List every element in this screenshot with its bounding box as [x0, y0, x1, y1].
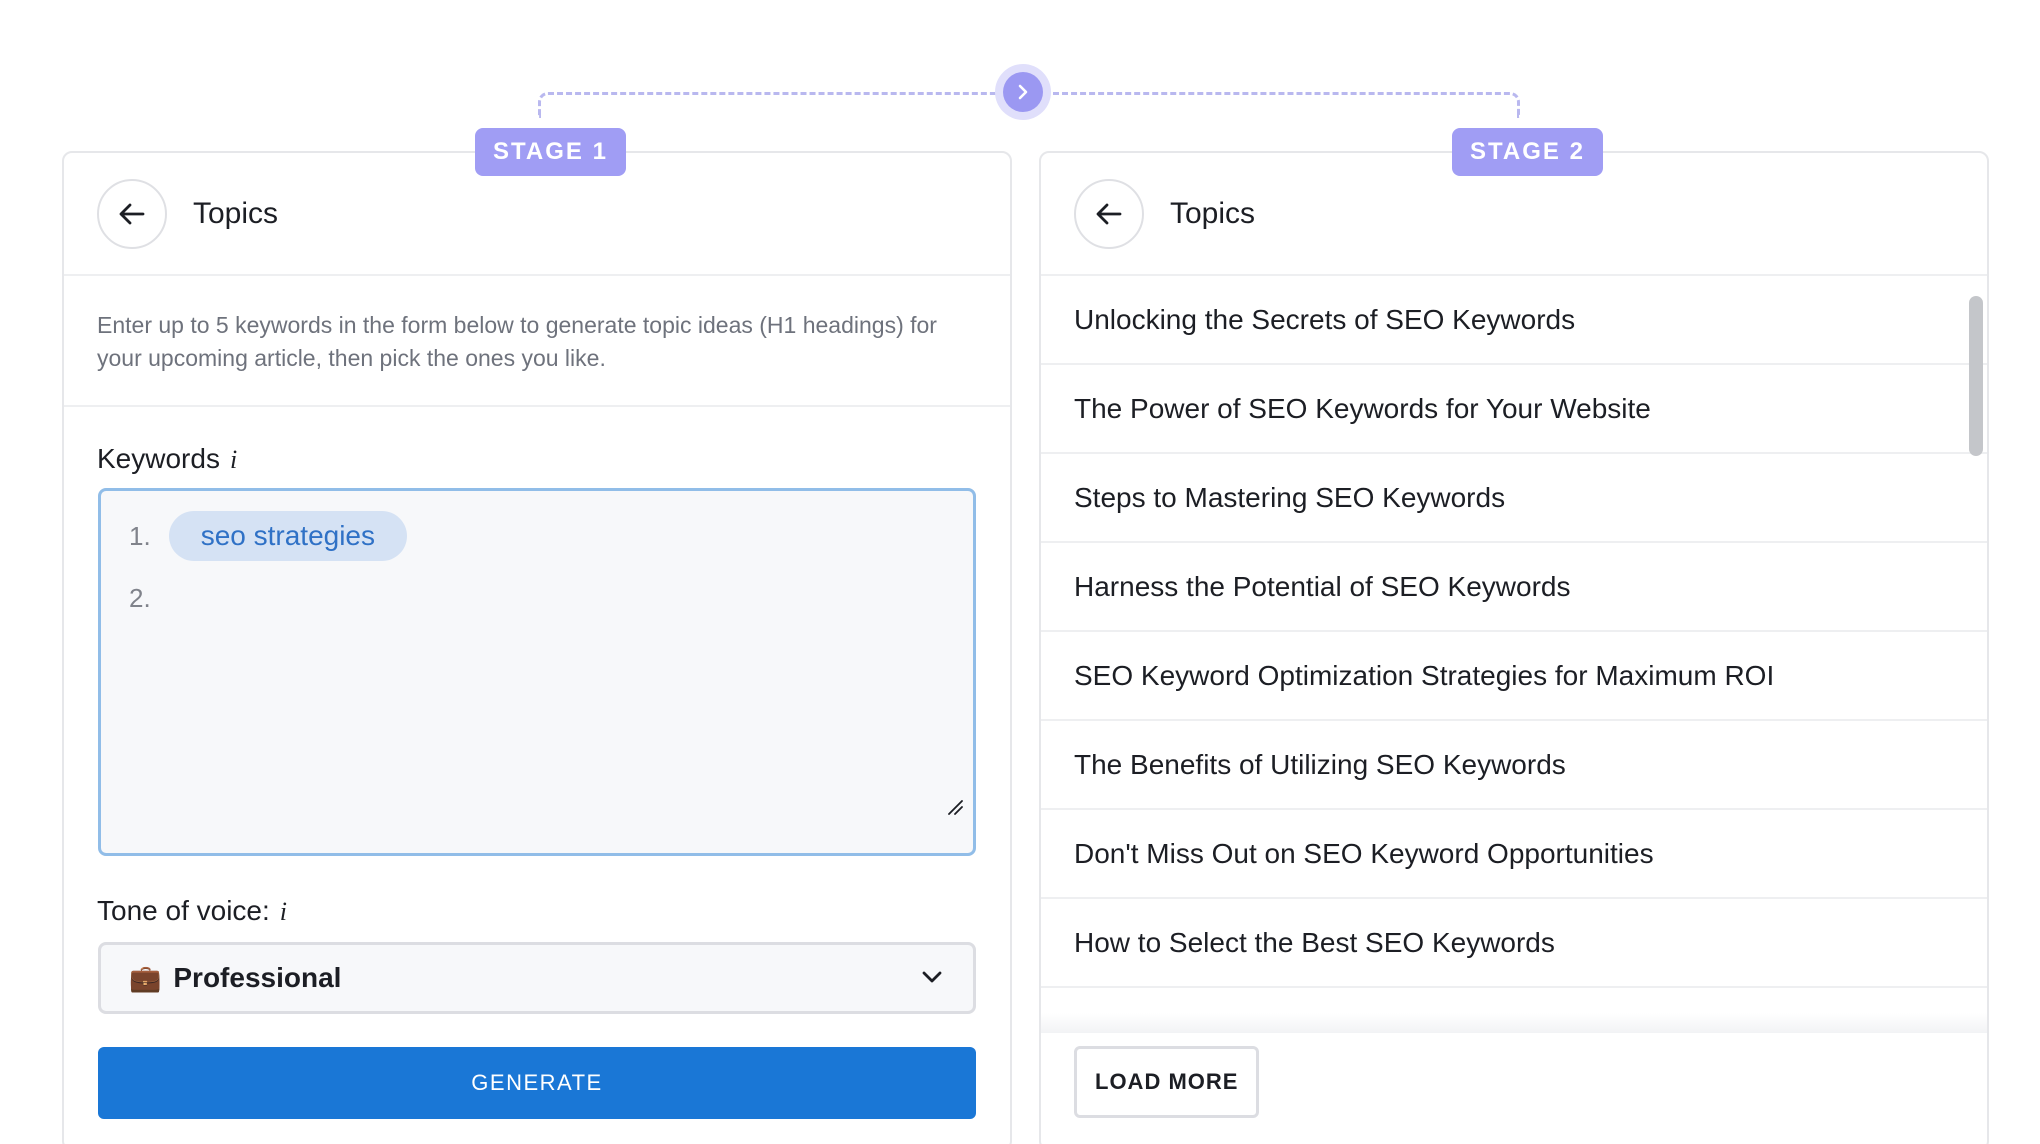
info-icon[interactable]: i	[230, 445, 237, 475]
arrow-left-icon	[119, 203, 145, 224]
topic-generator-page: STAGE 1 STAGE 2 Topics Enter up to 5 key…	[0, 0, 2040, 1144]
stage-2-badge: STAGE 2	[1452, 128, 1603, 176]
briefcase-icon: 💼	[129, 962, 162, 993]
tone-select[interactable]: 💼 Professional	[98, 942, 976, 1014]
chevron-right-icon	[1003, 72, 1043, 112]
topic-item[interactable]: Unlocking the Secrets of SEO Keywords	[1041, 276, 1987, 365]
info-icon[interactable]: i	[280, 897, 287, 927]
topic-item[interactable]: The Benefits of Utilizing SEO Keywords	[1041, 721, 1987, 810]
back-button[interactable]	[97, 178, 167, 249]
keyword-row: 1. seo strategies	[129, 511, 408, 561]
keyword-number: 1.	[129, 520, 151, 551]
list-fade	[1041, 1013, 1987, 1033]
tone-value: Professional	[173, 962, 342, 993]
topic-item[interactable]: How to Select the Best SEO Keywords	[1041, 899, 1987, 988]
topic-list[interactable]: Unlocking the Secrets of SEO Keywords Th…	[1041, 276, 1987, 1026]
back-button[interactable]	[1074, 178, 1144, 249]
topic-item[interactable]: SEO Keyword Optimization Strategies for …	[1041, 632, 1987, 721]
topic-item[interactable]: Steps to Mastering SEO Keywords	[1041, 454, 1987, 543]
resize-handle-icon[interactable]	[947, 799, 963, 815]
intro-text: Enter up to 5 keywords in the form below…	[64, 276, 1010, 407]
topic-item[interactable]: The Power of SEO Keywords for Your Websi…	[1041, 365, 1987, 454]
generate-button[interactable]: GENERATE	[98, 1047, 976, 1119]
chevron-down-icon	[922, 971, 942, 983]
stage-1-badge: STAGE 1	[475, 128, 626, 176]
keywords-label-text: Keywords	[97, 443, 220, 474]
keyword-chip[interactable]: seo strategies	[168, 511, 408, 561]
header-title: Topics	[1170, 196, 1256, 230]
stage-2-card: Topics Unlocking the Secrets of SEO Keyw…	[1039, 151, 1989, 1144]
keyword-number: 2.	[129, 583, 151, 613]
keywords-input[interactable]: 1. seo strategies 2.	[98, 488, 976, 856]
topic-item[interactable]: Don't Miss Out on SEO Keyword Opportunit…	[1041, 810, 1987, 899]
tone-label-text: Tone of voice:	[97, 895, 270, 926]
topic-item[interactable]: Harness the Potential of SEO Keywords	[1041, 543, 1987, 632]
tone-label: Tone of voice: i	[97, 895, 287, 927]
stage-1-card: Topics Enter up to 5 keywords in the for…	[62, 151, 1012, 1144]
header-title: Topics	[193, 196, 279, 230]
next-stage-button[interactable]	[995, 64, 1051, 120]
keyword-row: 2.	[129, 583, 151, 614]
scrollbar[interactable]	[1969, 296, 1983, 456]
arrow-left-icon	[1096, 203, 1122, 224]
keywords-label: Keywords i	[97, 443, 1010, 475]
load-more-button[interactable]: LOAD MORE	[1074, 1046, 1260, 1118]
